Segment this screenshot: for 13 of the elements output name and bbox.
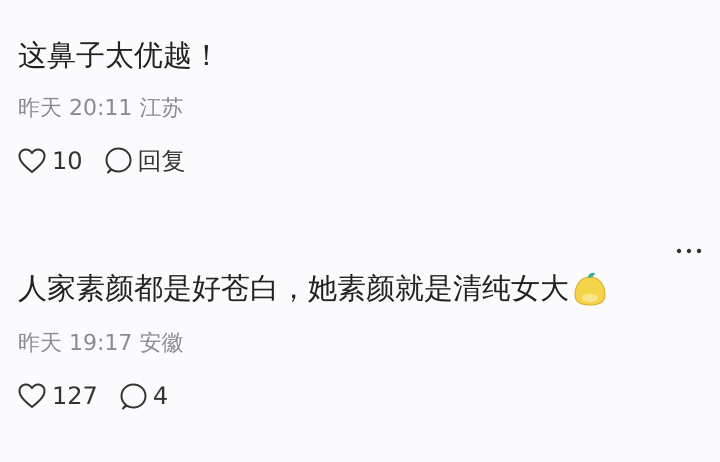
comment-meta: 昨天 19:17 安徽 — [18, 330, 184, 358]
comment-text: 这鼻子太优越！ — [18, 40, 221, 72]
reply-button[interactable]: 4 — [120, 378, 168, 414]
like-button[interactable]: 127 — [18, 378, 98, 414]
like-button[interactable]: 10 — [18, 142, 83, 179]
comment-meta: 昨天 20:11 江苏 — [18, 94, 184, 123]
comment-text: 人家素颜都是好苍白，她素颜就是清纯女大 — [18, 273, 569, 305]
heart-icon — [18, 383, 46, 409]
comment-icon — [104, 147, 132, 174]
more-icon[interactable] — [676, 248, 702, 254]
comment-icon — [120, 382, 147, 410]
heart-icon — [18, 148, 46, 174]
reply-button[interactable]: 回复 — [104, 142, 186, 179]
